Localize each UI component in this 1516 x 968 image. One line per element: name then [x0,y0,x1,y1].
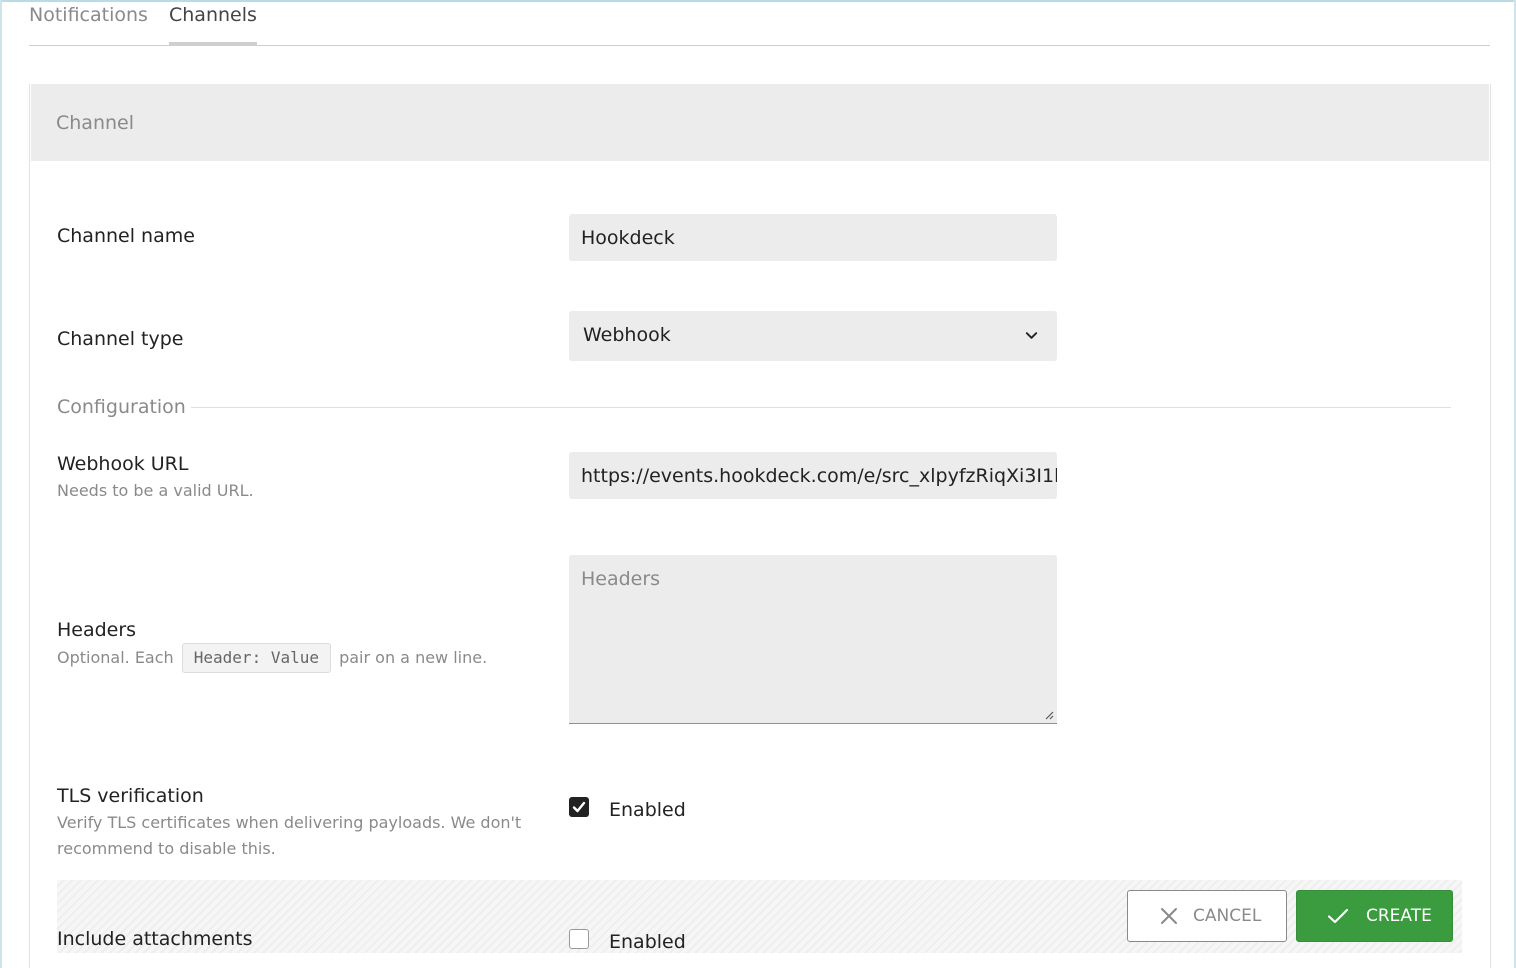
card-title: Channel [56,112,135,134]
checkmark-icon [572,801,586,813]
channel-type-select[interactable]: Webhook [569,311,1057,361]
headers-placeholder: Headers [581,568,661,590]
create-button[interactable]: CREATE [1296,890,1453,942]
include-attachments-checkbox[interactable] [569,929,589,949]
channel-name-label: Channel name [57,225,195,247]
headers-label: Headers [57,619,137,641]
headers-help-prefix: Optional. Each [57,648,174,667]
cancel-button[interactable]: CANCEL [1127,890,1287,942]
tls-verification-label: TLS verification [57,785,204,807]
tab-notifications[interactable]: Notifications [29,4,148,46]
tab-channels[interactable]: Channels [169,4,257,46]
configuration-section-title: Configuration [57,396,186,418]
chevron-down-icon [1025,332,1038,339]
headers-help: Optional. Each Header: Value pair on a n… [57,643,487,673]
cancel-button-label: CANCEL [1193,906,1262,926]
channel-name-input[interactable]: Hookdeck [569,214,1057,261]
resize-handle-icon[interactable] [1044,710,1054,720]
webhook-url-help: Needs to be a valid URL. [57,481,254,500]
webhook-url-label: Webhook URL [57,453,189,475]
channel-type-value: Webhook [583,324,671,346]
tab-bar: Notifications Channels [29,0,1490,46]
include-attachments-checkbox-label[interactable]: Enabled [609,931,686,953]
tls-verification-help: Verify TLS certificates when delivering … [57,813,522,858]
headers-help-code: Header: Value [181,643,331,673]
section-divider [191,407,1451,408]
close-icon [1161,908,1177,924]
channel-name-value: Hookdeck [581,227,675,249]
window-left-border [0,0,2,968]
channel-type-label: Channel type [57,328,184,350]
headers-textarea[interactable]: Headers [569,555,1057,724]
tls-verification-checkbox-label[interactable]: Enabled [609,799,686,821]
include-attachments-label: Include attachments [57,928,253,950]
headers-help-suffix: pair on a new line. [339,648,488,667]
check-icon [1327,908,1349,924]
webhook-url-input[interactable]: https://events.hookdeck.com/e/src_xlpyfz… [569,452,1057,499]
tls-verification-checkbox[interactable] [569,797,589,817]
webhook-url-value: https://events.hookdeck.com/e/src_xlpyfz… [581,465,1057,487]
create-button-label: CREATE [1366,906,1432,926]
card-header: Channel [31,84,1489,161]
